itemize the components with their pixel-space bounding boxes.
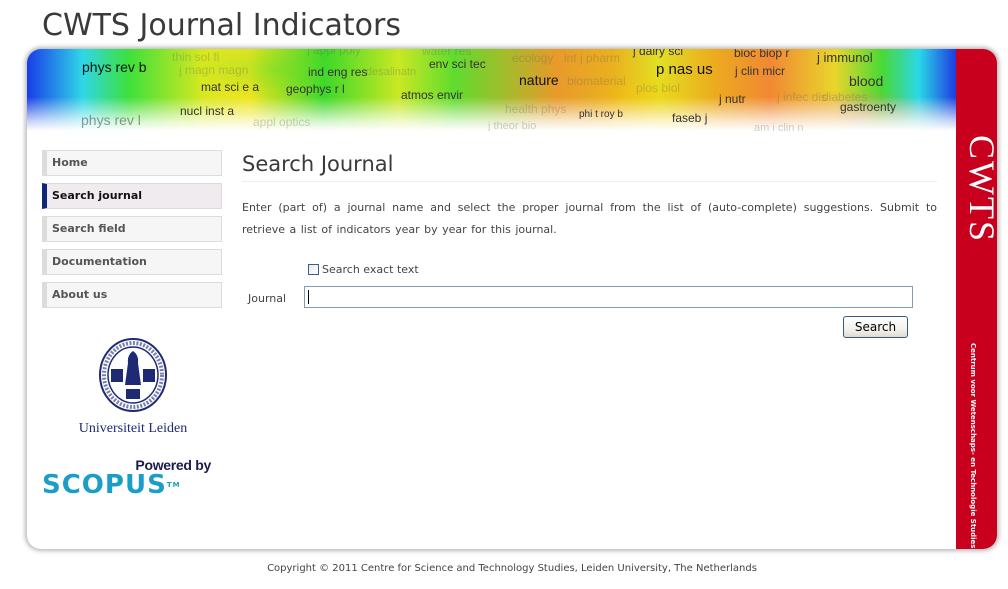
sidebar-nav: Home Search journal Search field Documen… [42, 150, 222, 315]
banner-word: faseb j [672, 111, 708, 125]
page-title: Search Journal [242, 152, 937, 182]
sidebar-item-documentation[interactable]: Documentation [42, 249, 222, 275]
banner-word: geophys r l [286, 82, 345, 96]
scopus-logo[interactable]: Powered by SCOPUSTM [42, 457, 222, 500]
banner-word: env sci tec [429, 57, 486, 71]
banner-word: j clin micr [735, 64, 785, 78]
banner-word: mat sci e a [201, 80, 260, 94]
main-content: Search Journal Enter (part of) a journal… [242, 152, 937, 353]
cwts-vertical-subtitle: Centrum voor Wetenschaps- en Technologie… [969, 343, 977, 549]
site-title: CWTS Journal Indicators [42, 8, 402, 43]
scopus-text: SCOPUS [42, 470, 167, 500]
exact-text-label: Search exact text [322, 263, 419, 276]
scopus-wordmark: SCOPUSTM [42, 470, 222, 500]
banner-word: j appl poly [307, 49, 362, 57]
cwts-brand-bar: CWTS Centrum voor Wetenschaps- en Techno… [956, 49, 997, 549]
banner-word: j immunol [817, 50, 873, 65]
journal-search-input[interactable] [304, 286, 913, 308]
banner-word: atmos envir [401, 88, 464, 102]
banner-word: nature [519, 72, 559, 88]
banner-word: health phys [505, 102, 567, 116]
banner-word: desalinatn [366, 66, 417, 78]
banner-word: am j clin n [754, 122, 804, 131]
banner-word: phys rev l [81, 112, 141, 128]
banner-word: phi t roy b [579, 109, 623, 120]
sidebar-item-search-journal[interactable]: Search journal [42, 183, 222, 209]
banner-word: biomaterial [567, 74, 626, 88]
page-frame: phys rev b thin sol fi j magn magn j app… [27, 49, 997, 549]
search-journal-form: Search exact text Journal Search [242, 263, 937, 353]
banner-word: nucl inst a [180, 104, 235, 118]
banner-word: gastroenty [840, 100, 897, 114]
trademark-mark: TM [166, 481, 181, 489]
banner-word: ecology [512, 51, 554, 65]
banner-word: j nutr [719, 92, 746, 106]
banner-word: thin sol fi [172, 50, 220, 64]
leiden-seal-icon [99, 338, 167, 412]
journal-heatmap-banner: phys rev b thin sol fi j magn magn j app… [27, 49, 956, 131]
journal-label: Journal [248, 292, 287, 305]
search-button[interactable]: Search [843, 316, 908, 338]
banner-word: plos biol [636, 81, 681, 95]
banner-word: bioc biop r [734, 49, 790, 60]
leiden-university-name: Universiteit Leiden [78, 421, 188, 436]
banner-word: j theor bio [488, 120, 537, 131]
banner-word: p nas us [656, 61, 713, 78]
sidebar-item-about-us[interactable]: About us [42, 282, 222, 308]
leiden-university-logo[interactable]: Universiteit Leiden [68, 337, 198, 437]
banner-word: phys rev b [82, 59, 147, 75]
exact-text-checkbox[interactable] [308, 264, 319, 275]
banner-word: j dairy sci [633, 49, 684, 58]
banner-word: int j pharm [564, 51, 621, 65]
sidebar-item-home[interactable]: Home [42, 150, 222, 176]
banner-word: j magn magn [179, 63, 249, 77]
banner-word: ind eng res [308, 65, 368, 79]
copyright-footer: Copyright © 2011 Centre for Science and … [267, 563, 757, 574]
cwts-vertical-logo: CWTS [962, 135, 997, 244]
sidebar-item-search-field[interactable]: Search field [42, 216, 222, 242]
banner-word: blood [849, 73, 884, 89]
instructions-text: Enter (part of) a journal name and selec… [242, 201, 937, 236]
banner-word: appl optics [253, 115, 311, 129]
text-cursor [308, 290, 309, 304]
banner-word: j infec dis [777, 90, 828, 104]
exact-text-option[interactable]: Search exact text [308, 263, 419, 276]
